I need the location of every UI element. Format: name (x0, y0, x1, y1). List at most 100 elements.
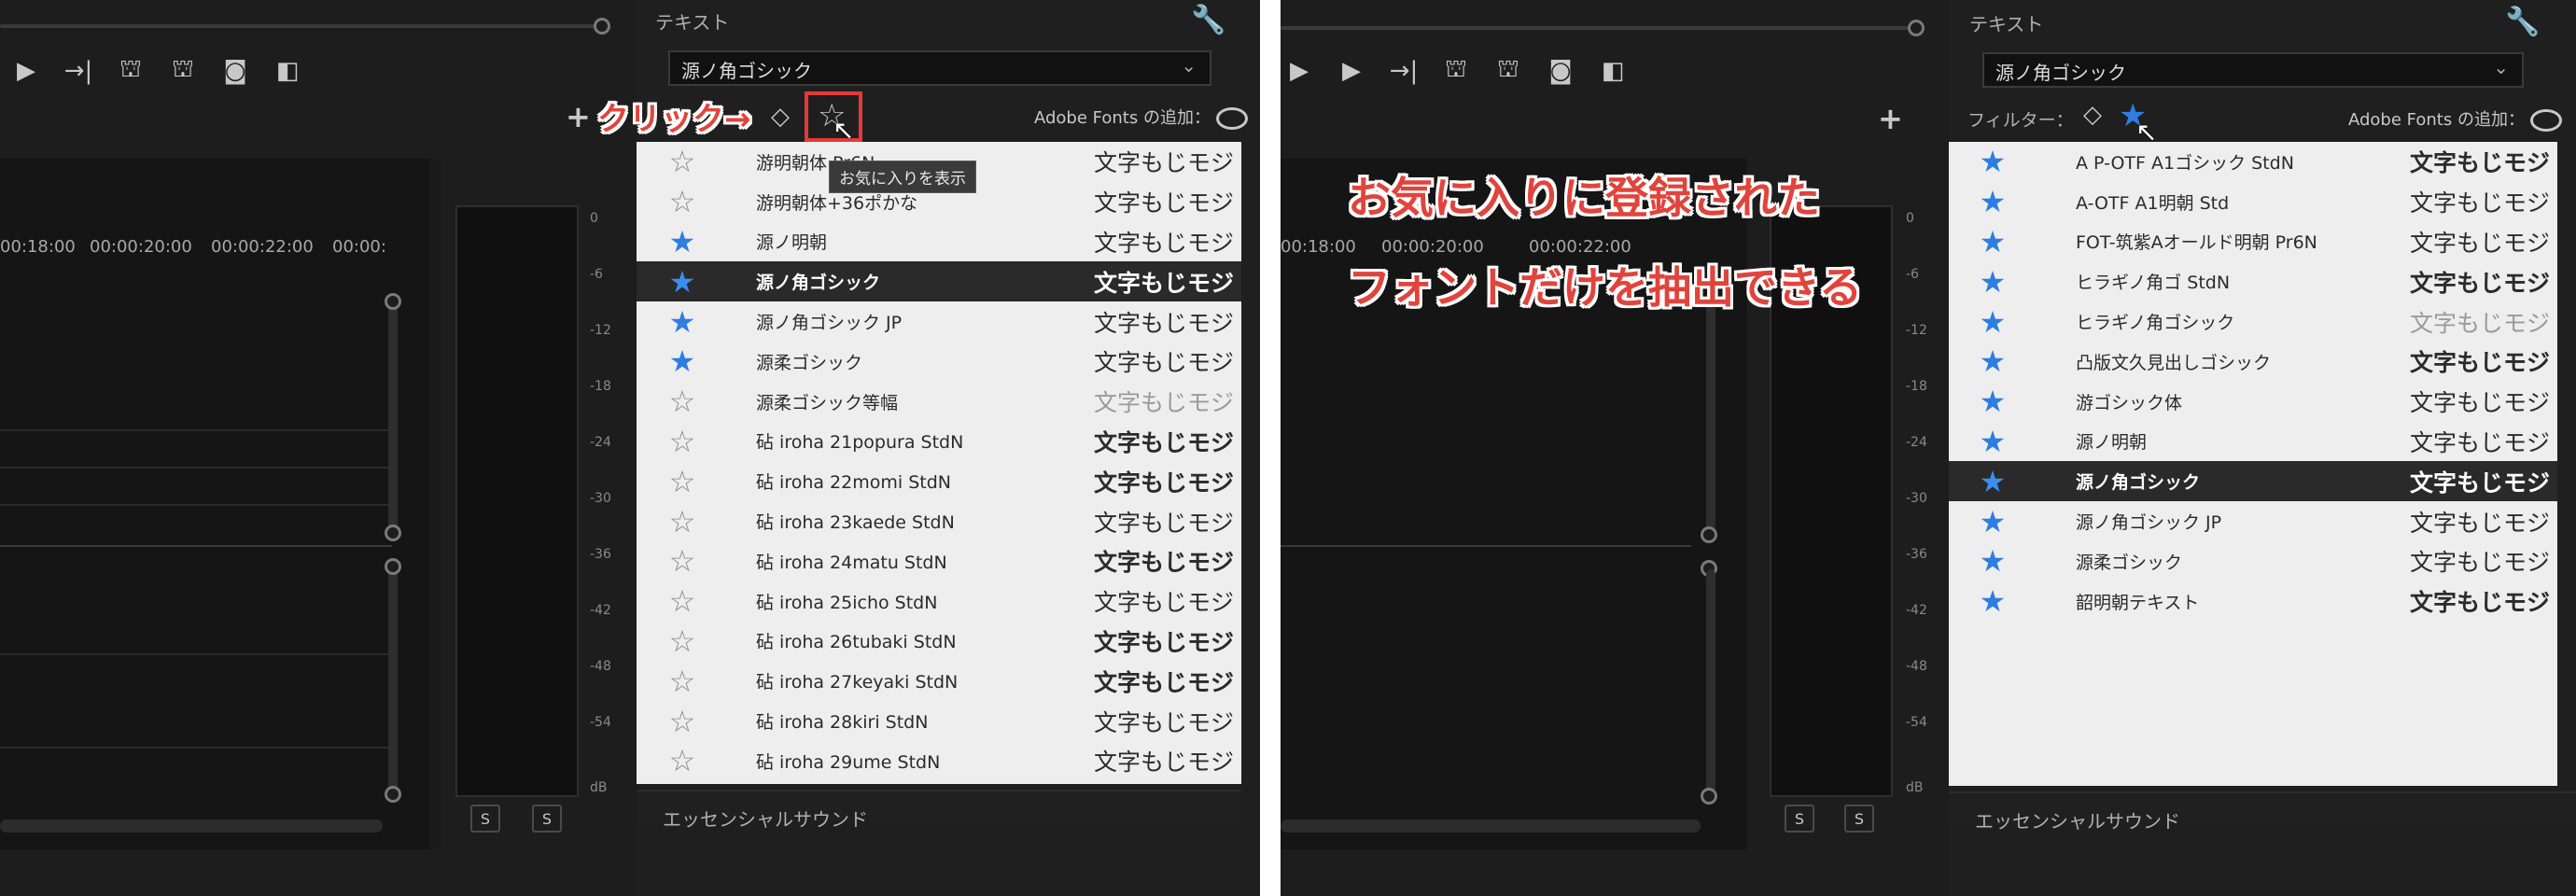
font-row[interactable]: ★ 源柔ゴシック 文字もじモジ (1949, 541, 2557, 581)
camera-icon[interactable]: ◙ (209, 52, 261, 90)
play-icon[interactable]: ▶ (1325, 52, 1378, 90)
scrollbar-handle[interactable] (385, 525, 401, 541)
font-row[interactable]: ☆ 砧 iroha 26tubaki StdN 文字もじモジ (637, 622, 1241, 662)
favorite-star-filled-icon[interactable]: ★ (1977, 586, 2009, 616)
vertical-scrollbar[interactable] (388, 564, 398, 797)
favorite-star-empty-icon[interactable]: ☆ (666, 666, 698, 696)
favorite-star-empty-icon[interactable]: ☆ (666, 507, 698, 537)
compare-icon[interactable]: ◧ (261, 52, 314, 90)
font-row[interactable]: ★ FOT-筑紫Aオールド明朝 Pr6N 文字もじモジ (1949, 222, 2557, 262)
font-row[interactable]: ★ ヒラギノ角ゴ StdN 文字もじモジ (1949, 261, 2557, 301)
font-sample: 文字もじモジ (1094, 749, 1235, 777)
favorite-star-filled-icon[interactable]: ★ (1977, 187, 2009, 217)
favorite-star-filled-icon[interactable]: ★ (666, 227, 698, 257)
font-row[interactable]: ★ 游ゴシック体 文字もじモジ (1949, 382, 2557, 422)
font-row[interactable]: ★ 源ノ明朝 文字もじモジ (637, 222, 1241, 262)
favorite-star-filled-icon[interactable]: ★ (666, 307, 698, 337)
font-row[interactable]: ★ 凸版文久見出しゴシック 文字もじモジ (1949, 342, 2557, 382)
scrub-handle[interactable] (594, 18, 610, 35)
font-row[interactable]: ☆ 砧 iroha 24matu StdN 文字もじモジ (637, 541, 1241, 581)
font-dropdown[interactable]: 源ノ角ゴシック ⌄ (1982, 52, 2524, 88)
solo-button-right[interactable]: S (532, 805, 562, 833)
font-row[interactable]: ★ 源ノ角ゴシック JP 文字もじモジ (1949, 501, 2557, 541)
font-row[interactable]: ☆ 砧 iroha 22momi StdN 文字もじモジ (637, 461, 1241, 501)
favorite-star-filled-icon[interactable]: ★ (666, 346, 698, 376)
favorite-star-empty-icon[interactable]: ☆ (666, 586, 698, 616)
wrench-icon[interactable]: 🔧 (2505, 6, 2540, 38)
solo-button-left[interactable]: S (1785, 805, 1814, 833)
font-row[interactable]: ☆ 砧 iroha 25icho StdN 文字もじモジ (637, 581, 1241, 622)
favorite-star-empty-icon[interactable]: ☆ (666, 746, 698, 776)
lift-icon[interactable]: ⛫ (1430, 52, 1482, 90)
font-row[interactable]: ★ 源ノ角ゴシック 文字もじモジ (637, 261, 1241, 302)
font-row[interactable]: ★ A-OTF A1明朝 Std 文字もじモジ (1949, 182, 2557, 222)
favorite-star-filled-icon[interactable]: ★ (1977, 307, 2009, 337)
adobe-fonts-add[interactable]: Adobe Fonts の追加： (2348, 106, 2562, 132)
favorite-star-filled-icon[interactable]: ★ (1977, 227, 2009, 257)
font-row[interactable]: ★ 源ノ明朝 文字もじモジ (1949, 422, 2557, 462)
font-row[interactable]: ★ 源ノ角ゴシック 文字もじモジ (1949, 461, 2557, 502)
essential-sound-label[interactable]: エッセンシャルサウンド (1975, 806, 2180, 833)
font-row[interactable]: ☆ 砧 iroha 29ume StdN 文字もじモジ (637, 741, 1241, 781)
font-row[interactable]: ★ ヒラギノ角ゴシック 文字もじモジ (1949, 301, 2557, 342)
favorite-star-empty-icon[interactable]: ☆ (666, 386, 698, 416)
favorite-star-empty-icon[interactable]: ☆ (666, 707, 698, 736)
horizontal-scrollbar[interactable] (0, 819, 383, 833)
step-forward-icon[interactable]: →| (1378, 52, 1430, 90)
font-row[interactable]: ★ 韶明朝テキスト 文字もじモジ (1949, 581, 2557, 622)
wrench-icon[interactable]: 🔧 (1191, 4, 1225, 36)
solo-button-right[interactable]: S (1844, 805, 1874, 833)
font-row[interactable]: ☆ 砧 iroha 27keyaki StdN 文字もじモジ (637, 661, 1241, 701)
lift-icon[interactable]: ⛫ (105, 52, 157, 90)
favorite-star-filled-icon[interactable]: ★ (1977, 267, 2009, 297)
scrub-handle[interactable] (1908, 20, 1925, 36)
favorite-star-filled-icon[interactable]: ★ (1977, 346, 2009, 376)
adobe-fonts-add[interactable]: Adobe Fonts の追加： (1034, 105, 1248, 130)
add-icon[interactable]: + (1878, 101, 1903, 136)
play-icon[interactable]: ▶ (0, 52, 52, 90)
font-row[interactable]: ☆ 砧 iroha 21popura StdN 文字もじモジ (637, 422, 1241, 462)
scrollbar-handle[interactable] (385, 786, 401, 803)
scrub-track[interactable] (1281, 26, 1911, 30)
favorite-star-filled-icon[interactable]: ★ (1977, 467, 2009, 497)
scrollbar-handle[interactable] (385, 293, 401, 310)
favorite-star-filled-icon[interactable]: ★ (1977, 427, 2009, 456)
vertical-scrollbar[interactable] (388, 299, 398, 532)
scrub-track[interactable] (0, 24, 597, 28)
favorite-star-filled-icon[interactable]: ★ (1977, 507, 2009, 537)
vertical-scrollbar[interactable] (1706, 569, 1715, 793)
scrollbar-handle[interactable] (1701, 788, 1717, 805)
favorite-star-empty-icon[interactable]: ☆ (666, 467, 698, 497)
add-icon[interactable]: + (566, 99, 591, 134)
favorite-star-empty-icon[interactable]: ☆ (666, 187, 698, 217)
essential-sound-label[interactable]: エッセンシャルサウンド (663, 805, 868, 832)
favorite-star-empty-icon[interactable]: ☆ (666, 626, 698, 656)
favorite-star-filled-icon[interactable]: ★ (1977, 546, 2009, 576)
play-icon[interactable]: ▶ (1281, 52, 1325, 90)
horizontal-scrollbar[interactable] (1281, 819, 1701, 833)
vertical-scrollbar[interactable] (1706, 299, 1715, 532)
camera-icon[interactable]: ◙ (1534, 52, 1587, 90)
activated-filter-icon[interactable]: ◇ (771, 103, 790, 131)
favorite-star-filled-icon[interactable]: ★ (666, 267, 698, 297)
font-row[interactable]: ☆ 砧 iroha 23kaede StdN 文字もじモジ (637, 501, 1241, 541)
favorite-star-filled-icon[interactable]: ★ (1977, 386, 2009, 416)
scrollbar-handle[interactable] (385, 558, 401, 575)
font-row[interactable]: ★ 源柔ゴシック 文字もじモジ (637, 342, 1241, 382)
solo-button-left[interactable]: S (470, 805, 500, 833)
font-row[interactable]: ☆ 源柔ゴシック等幅 文字もじモジ (637, 382, 1241, 422)
favorite-star-empty-icon[interactable]: ☆ (666, 147, 698, 176)
step-forward-icon[interactable]: →| (52, 52, 105, 90)
activated-filter-icon[interactable]: ◇ (2083, 101, 2102, 129)
extract-icon[interactable]: ⛫ (1482, 52, 1534, 90)
extract-icon[interactable]: ⛫ (157, 52, 209, 90)
font-row[interactable]: ★ 源ノ角ゴシック JP 文字もじモジ (637, 301, 1241, 342)
favorite-star-empty-icon[interactable]: ☆ (666, 546, 698, 576)
font-row[interactable]: ☆ 砧 iroha 28kiri StdN 文字もじモジ (637, 701, 1241, 741)
favorite-star-filled-icon[interactable]: ★ (1977, 147, 2009, 176)
compare-icon[interactable]: ◧ (1587, 52, 1639, 90)
font-row[interactable]: ★ A P-OTF A1ゴシック StdN 文字もじモジ (1949, 142, 2557, 182)
font-dropdown[interactable]: 源ノ角ゴシック ⌄ (668, 50, 1211, 86)
favorite-star-empty-icon[interactable]: ☆ (666, 427, 698, 456)
scrollbar-handle[interactable] (1701, 526, 1717, 543)
